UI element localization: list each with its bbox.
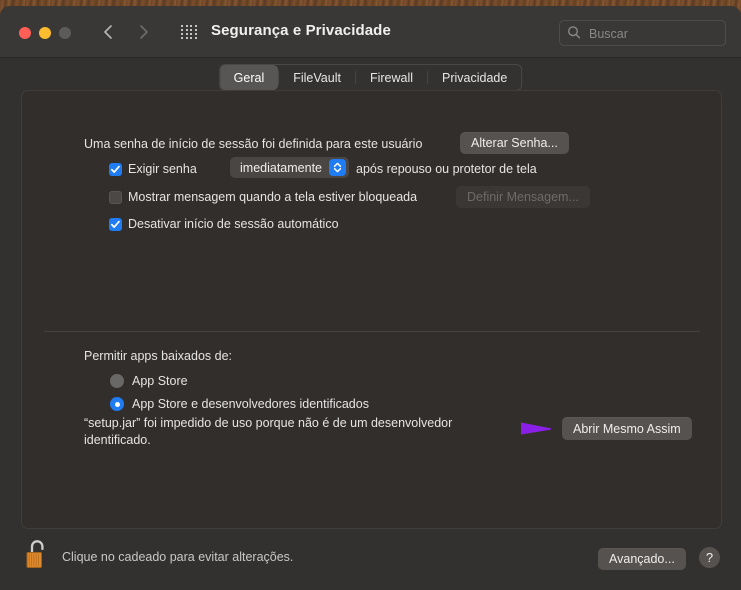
- blocked-app-message: “setup.jar” foi impedido de uso porque n…: [84, 416, 453, 447]
- require-password-label: Exigir senha: [128, 162, 197, 176]
- preferences-panel: Uma senha de início de sessão foi defini…: [21, 90, 722, 529]
- window-titlebar: Segurança e Privacidade: [0, 6, 741, 58]
- change-password-button[interactable]: Alterar Senha...: [460, 132, 569, 154]
- close-button[interactable]: [19, 27, 31, 39]
- grid-apps-icon[interactable]: [181, 25, 198, 40]
- chevron-left-icon[interactable]: [97, 21, 119, 43]
- show-message-label: Mostrar mensagem quando a tela estiver b…: [128, 190, 418, 204]
- window-bottom-bar: Clique no cadeado para evitar alterações…: [0, 527, 741, 590]
- help-button[interactable]: ?: [699, 547, 720, 568]
- unlocked-padlock-icon[interactable]: [24, 536, 54, 570]
- radio-app-store-and-identified-label: App Store e desenvolvedores identificado…: [132, 397, 369, 411]
- radio-app-store[interactable]: [110, 374, 124, 388]
- open-anyway-button[interactable]: Abrir Mesmo Assim: [562, 417, 692, 440]
- require-password-checkbox[interactable]: [109, 163, 122, 176]
- tab-group: Geral FileVault Firewall Privacidade: [218, 64, 523, 91]
- minimize-button[interactable]: [39, 27, 51, 39]
- search-input[interactable]: [587, 21, 721, 47]
- popup-selected-value: imediatamente: [240, 160, 322, 175]
- disable-auto-login-label: Desativar início de sessão automático: [128, 217, 339, 231]
- allow-apps-heading: Permitir apps baixados de:: [84, 349, 232, 363]
- search-icon: [567, 25, 581, 45]
- advanced-button[interactable]: Avançado...: [598, 548, 686, 570]
- page-title: Segurança e Privacidade: [211, 22, 391, 39]
- checkmark-icon: [110, 220, 120, 228]
- radio-app-store-label: App Store: [132, 374, 188, 388]
- require-password-suffix-label: após repouso ou protetor de tela: [356, 162, 537, 176]
- disable-auto-login-checkbox[interactable]: [109, 218, 122, 231]
- set-message-button[interactable]: Definir Mensagem...: [456, 186, 590, 208]
- tab-privacidade[interactable]: Privacidade: [428, 65, 521, 90]
- system-preferences-window: Segurança e Privacidade Geral FileVault …: [0, 6, 741, 590]
- tab-filevault[interactable]: FileVault: [279, 65, 355, 90]
- search-field[interactable]: [559, 20, 726, 47]
- arrow-pointer-annotation: [520, 420, 558, 437]
- radio-app-store-and-identified[interactable]: [110, 397, 124, 411]
- zoom-button[interactable]: [59, 27, 71, 39]
- section-divider: [44, 331, 700, 332]
- checkmark-icon: [110, 165, 120, 173]
- lock-hint-text: Clique no cadeado para evitar alterações…: [62, 550, 294, 564]
- tab-firewall[interactable]: Firewall: [356, 65, 427, 90]
- require-password-delay-popup[interactable]: imediatamente: [230, 157, 349, 178]
- password-set-label: Uma senha de início de sessão foi defini…: [84, 137, 423, 151]
- show-message-checkbox[interactable]: [109, 191, 122, 204]
- tab-geral[interactable]: Geral: [219, 65, 279, 90]
- chevron-right-icon[interactable]: [133, 21, 155, 43]
- chevron-up-down-icon[interactable]: [329, 159, 346, 176]
